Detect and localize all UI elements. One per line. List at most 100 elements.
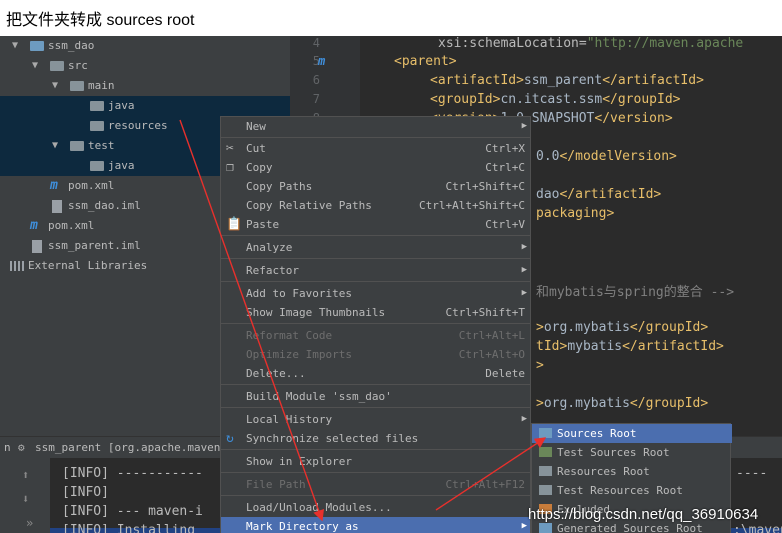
menu-item-optimize-imports[interactable]: Optimize Imports Ctrl+Alt+O: [221, 345, 530, 364]
menu-item-file-path[interactable]: File Path Ctrl+Alt+F12: [221, 475, 530, 494]
menu-item-show-in-explorer[interactable]: Show in Explorer: [221, 452, 530, 471]
folder-icon: [90, 161, 104, 171]
watermark: https://blog.csdn.net/qq_36910634: [528, 506, 759, 523]
tree-item-src[interactable]: ▼ src: [0, 56, 290, 76]
expand-arrow-icon[interactable]: ▼: [50, 136, 60, 156]
code-line: packaging>: [536, 206, 615, 221]
up-arrow-icon[interactable]: ⬆: [22, 468, 29, 482]
menu-item-new[interactable]: New ▶: [221, 117, 530, 136]
library-icon: [10, 261, 24, 271]
run-config-title[interactable]: ssm_parent [org.apache.maven.pl: [35, 437, 240, 459]
expand-arrow-icon[interactable]: ▼: [10, 36, 20, 56]
maven-icon: m: [30, 218, 38, 233]
code-line: <parent>: [394, 54, 457, 69]
copy-icon: ❐: [226, 160, 234, 175]
test-resources-root-icon: [539, 485, 552, 495]
scissors-icon: ✂: [226, 141, 234, 156]
menu-separator: [221, 235, 530, 236]
menu-item-mark-directory-as[interactable]: Mark Directory as ▶: [221, 517, 530, 533]
submenu-item-test-resources-root[interactable]: Test Resources Root: [532, 481, 732, 500]
maven-gutter-icon[interactable]: m: [318, 54, 325, 68]
tree-item-label: External Libraries: [28, 259, 148, 272]
menu-item-copy[interactable]: ❐ Copy Ctrl+C: [221, 158, 530, 177]
menu-item-reformat-code[interactable]: Reformat Code Ctrl+Alt+L: [221, 326, 530, 345]
menu-separator: [221, 281, 530, 282]
menu-item-show-image-thumbnails[interactable]: Show Image Thumbnails Ctrl+Shift+T: [221, 303, 530, 322]
submenu-arrow-icon: ▶: [521, 121, 527, 131]
menu-separator: [221, 407, 530, 408]
code-comment: 和mybatis与spring的整合 -->: [536, 285, 735, 300]
line-number: 5: [312, 54, 320, 68]
console-line: [INFO] -----------: [62, 466, 203, 481]
submenu-arrow-icon: ▶: [521, 265, 527, 275]
line-number: 7: [312, 92, 320, 106]
submenu-item-sources-root[interactable]: Sources Root: [532, 424, 732, 443]
caption: 把文件夹转成 sources root: [6, 12, 195, 29]
submenu-arrow-icon: ▶: [521, 242, 527, 252]
line-number: 4: [312, 36, 320, 50]
menu-separator: [221, 384, 530, 385]
code-line: tId>mybatis</artifactId>: [536, 339, 724, 354]
menu-item-load-unload-modules[interactable]: Load/Unload Modules...: [221, 498, 530, 517]
console-line-tail: :\maven: [733, 523, 782, 533]
folder-icon: [50, 61, 64, 71]
iml-file-icon: [52, 200, 62, 213]
tree-item-label: java: [108, 99, 135, 112]
menu-item-cut[interactable]: ✂ Cut Ctrl+X: [221, 139, 530, 158]
code-line: >: [536, 358, 544, 373]
line-number: 6: [312, 73, 320, 87]
menu-item-local-history[interactable]: Local History ▶: [221, 410, 530, 429]
code-line: >org.mybatis</groupId>: [536, 396, 709, 411]
menu-separator: [221, 495, 530, 496]
maven-icon: m: [50, 178, 58, 193]
menu-item-synchronize[interactable]: ↻ Synchronize selected files: [221, 429, 530, 448]
folder-icon: [90, 121, 104, 131]
iml-file-icon: [32, 240, 42, 253]
test-sources-root-icon: [539, 447, 552, 457]
tree-item-main[interactable]: ▼ main: [0, 76, 290, 96]
submenu-item-resources-root[interactable]: Resources Root: [532, 462, 732, 481]
console-line: [INFO] --- maven-i: [62, 504, 203, 519]
console-line: [INFO]: [62, 485, 109, 500]
menu-separator: [221, 472, 530, 473]
code-line: >org.mybatis</groupId>: [536, 320, 709, 335]
console-line-tail: ----: [736, 466, 768, 481]
submenu-arrow-icon: ▶: [521, 288, 527, 298]
expand-arrow-icon[interactable]: ▼: [30, 56, 40, 76]
module-folder-icon: [30, 41, 44, 51]
paste-icon: 📋: [226, 217, 243, 232]
tree-item-main-java[interactable]: java: [0, 96, 290, 116]
tree-item-label: pom.xml: [68, 179, 115, 192]
menu-item-add-to-favorites[interactable]: Add to Favorites ▶: [221, 284, 530, 303]
console-line: [INFO] Installing: [62, 523, 196, 533]
folder-icon: [90, 101, 104, 111]
folder-icon: [70, 141, 84, 151]
tree-item-label: java: [108, 159, 135, 172]
menu-item-copy-relative-paths[interactable]: Copy Relative Paths Ctrl+Alt+Shift+C: [221, 196, 530, 215]
menu-item-delete[interactable]: Delete... Delete: [221, 364, 530, 383]
menu-separator: [221, 323, 530, 324]
resources-root-icon: [539, 466, 552, 476]
generated-sources-root-icon: [539, 523, 552, 533]
code-line: <groupId>cn.itcast.ssm</groupId>: [430, 92, 681, 107]
tree-item-label: test: [88, 139, 115, 152]
tree-item-label: pom.xml: [48, 219, 95, 232]
menu-item-copy-paths[interactable]: Copy Paths Ctrl+Shift+C: [221, 177, 530, 196]
menu-item-analyze[interactable]: Analyze ▶: [221, 238, 530, 257]
tree-item-label: resources: [108, 119, 168, 132]
menu-item-paste[interactable]: 📋 Paste Ctrl+V: [221, 215, 530, 234]
tree-item-label: main: [88, 79, 115, 92]
more-icon[interactable]: »: [26, 516, 33, 530]
run-tab-prefix: n: [4, 441, 11, 454]
down-arrow-icon[interactable]: ⬇: [22, 492, 29, 506]
tree-item-label: ssm_dao: [48, 39, 95, 52]
tree-item-label: ssm_parent.iml: [48, 239, 141, 252]
code-line: <artifactId>ssm_parent</artifactId>: [430, 73, 704, 88]
expand-arrow-icon[interactable]: ▼: [50, 76, 60, 96]
submenu-item-test-sources-root[interactable]: Test Sources Root: [532, 443, 732, 462]
menu-item-build-module[interactable]: Build Module 'ssm_dao': [221, 387, 530, 406]
menu-separator: [221, 258, 530, 259]
tree-item-ssm-dao[interactable]: ▼ ssm_dao: [0, 36, 290, 56]
gear-icon[interactable]: ⚙: [18, 437, 25, 459]
menu-item-refactor[interactable]: Refactor ▶: [221, 261, 530, 280]
